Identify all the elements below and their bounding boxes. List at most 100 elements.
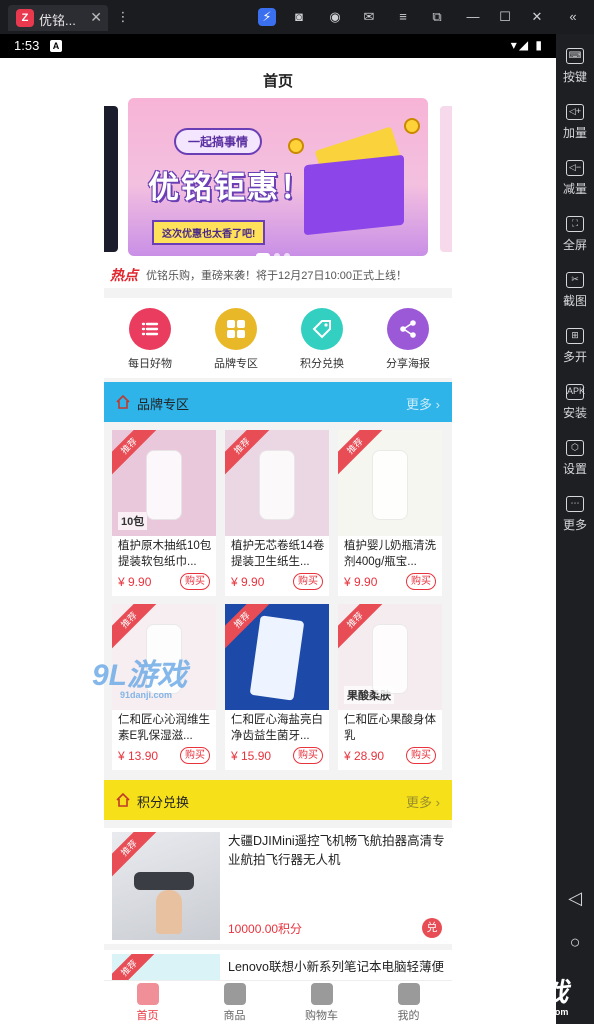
brand-section-header[interactable]: 品牌专区 更多 › xyxy=(104,382,452,422)
sidebar-item-label: 多开 xyxy=(562,350,587,364)
sidebar-item-label: 全屏 xyxy=(562,238,587,252)
account-icon[interactable]: ◉ xyxy=(326,8,344,26)
banner-carousel[interactable]: 一起搞事情 优铭钜惠！ 这次优惠也太香了吧! xyxy=(104,98,452,258)
points-item-cost: 10000.00积分 xyxy=(228,922,303,936)
tag-icon xyxy=(301,308,343,350)
buy-button[interactable]: 购买 xyxy=(293,747,323,764)
app-tab[interactable]: Z 优铭... ✕ xyxy=(8,5,108,31)
list-icon xyxy=(129,308,171,350)
site-watermark: 9L游戏 91danji.com xyxy=(92,659,188,700)
product-card[interactable]: 推荐 植护无芯卷纸14卷提装卫生纸生... ¥ 9.90 购买 xyxy=(225,430,329,596)
tab-label: 商品 xyxy=(223,1010,246,1022)
product-price: ¥ 9.90 xyxy=(118,575,152,589)
product-card[interactable]: 果酸柔肤 推荐 仁和匠心果酸身体乳 ¥ 28.90 购买 xyxy=(338,604,442,770)
banner-subtitle: 这次优惠也太香了吧! xyxy=(152,220,266,245)
mail-icon[interactable]: ✉ xyxy=(360,8,378,26)
product-title: 植护原木抽纸10包提装软包纸巾... xyxy=(118,540,212,568)
quick-action-0[interactable]: 每日好物 xyxy=(110,308,190,371)
quick-action-1[interactable]: 品牌专区 xyxy=(196,308,276,371)
product-card[interactable]: 推荐 仁和匠心海盐亮白净齿益生菌牙... ¥ 15.90 购买 xyxy=(225,604,329,770)
quick-action-label: 品牌专区 xyxy=(214,358,258,370)
brand-product-grid: 10包 推荐 植护原木抽纸10包提装软包纸巾... ¥ 9.90 购买 推荐 植护无芯卷纸1… xyxy=(104,428,452,778)
sidebar-item-5[interactable]: ⊞ 多开 xyxy=(556,328,594,365)
sidebar-item-4[interactable]: ✂ 截图 xyxy=(556,272,594,309)
sidebar-item-label: 按键 xyxy=(562,70,587,84)
banner-prev-peek[interactable] xyxy=(104,106,118,252)
brand-more-link[interactable]: 更多 › xyxy=(406,394,440,413)
hamburger-menu-icon[interactable]: ≡ xyxy=(394,8,412,26)
sidebar-item-1[interactable]: ◁+ 加量 xyxy=(556,104,594,141)
multi-instance-icon: ⊞ xyxy=(566,328,584,344)
bag-icon xyxy=(223,983,246,1005)
minimize-icon[interactable]: — xyxy=(464,8,482,26)
sidebar-item-6[interactable]: APK 安装 xyxy=(556,384,594,421)
buy-button[interactable]: 购买 xyxy=(180,747,210,764)
sidebar-item-label: 安装 xyxy=(562,406,587,420)
app-tab-title: 优铭... xyxy=(39,13,76,28)
product-card[interactable]: 推荐 植护婴儿奶瓶清洗剂400g/瓶宝... ¥ 9.90 购买 xyxy=(338,430,442,596)
buy-button[interactable]: 购买 xyxy=(180,573,210,590)
quick-action-3[interactable]: 分享海报 xyxy=(368,308,448,371)
banner-slide[interactable]: 一起搞事情 优铭钜惠！ 这次优惠也太香了吧! xyxy=(128,98,428,256)
tab-2[interactable]: 购物车 xyxy=(278,983,365,1023)
buy-button[interactable]: 购买 xyxy=(406,573,436,590)
gamepad-icon[interactable]: ◙ xyxy=(290,8,308,26)
hot-label: 热点 xyxy=(110,267,138,283)
home-icon xyxy=(136,983,159,1005)
cart-icon xyxy=(310,983,333,1005)
volume-up-icon: ◁+ xyxy=(566,104,584,120)
quick-action-label: 积分兑换 xyxy=(300,358,344,370)
banner-next-peek[interactable] xyxy=(440,106,452,252)
exchange-button[interactable]: 兑 xyxy=(422,918,442,938)
banner-tag: 一起搞事情 xyxy=(174,128,263,155)
sidebar-item-label: 截图 xyxy=(562,294,587,308)
product-image-text: 10包 xyxy=(118,512,148,530)
close-tab-icon[interactable]: ✕ xyxy=(90,9,102,26)
close-window-icon[interactable]: ✕ xyxy=(528,8,546,26)
product-title: 植护婴儿奶瓶清洗剂400g/瓶宝... xyxy=(344,540,436,568)
laptop-product-image: 推荐 xyxy=(112,954,220,980)
menu-dots-icon[interactable]: ⋮ xyxy=(114,8,132,26)
window-pop-icon[interactable]: ⧉ xyxy=(428,8,446,26)
bottom-tab-bar: 首页 商品 购物车 我的 xyxy=(104,980,452,1024)
points-section-header[interactable]: 积分兑换 更多 › xyxy=(104,780,452,820)
banner-title: 优铭钜惠！ xyxy=(148,170,313,205)
back-nav-icon[interactable]: ◁ xyxy=(565,888,585,908)
quick-action-2[interactable]: 积分兑换 xyxy=(282,308,362,371)
scissors-icon: ✂ xyxy=(566,272,584,288)
sidebar-item-0[interactable]: ⌨ 按键 xyxy=(556,48,594,85)
user-icon xyxy=(397,983,420,1005)
tab-label: 首页 xyxy=(136,1010,159,1022)
notification-icon: A xyxy=(50,40,62,52)
maximize-icon[interactable]: ☐ xyxy=(496,8,514,26)
points-item[interactable]: 推荐 大疆DJIMini遥控飞机畅飞航拍器高清专业航拍飞行器无人机 10000.… xyxy=(104,828,452,944)
points-item[interactable]: 推荐 Lenovo联想小新系列笔记本电脑轻薄便 xyxy=(104,950,452,980)
emulator-sidebar: ⌨ 按键 ◁+ 加量 ◁− 减量 ⛶ 全屏 ✂ 截图 ⊞ 多开 APK 安装 ⬡ 设置 ⋯ 更多 ◁ ○ xyxy=(556,34,594,1024)
product-graphic xyxy=(146,450,182,520)
gear-icon: ⬡ xyxy=(566,440,584,456)
product-image: 推荐 xyxy=(338,430,442,536)
tab-1[interactable]: 商品 xyxy=(191,983,278,1023)
turbo-icon[interactable]: ⚡ xyxy=(258,8,276,26)
buy-button[interactable]: 购买 xyxy=(293,573,323,590)
product-card[interactable]: 10包 推荐 植护原木抽纸10包提装软包纸巾... ¥ 9.90 购买 xyxy=(112,430,216,596)
tab-0[interactable]: 首页 xyxy=(104,983,191,1023)
hot-notice-bar[interactable]: 热点 优铭乐购，重磅来袭！将于12月27日10:00正式上线！ xyxy=(104,258,452,288)
phone-screen: 首页 一起搞事情 优铭钜惠！ 这次优惠也太香了吧! 热点 优铭乐购，重磅来袭！将… xyxy=(0,58,556,1024)
buy-button[interactable]: 购买 xyxy=(406,747,436,764)
product-price: ¥ 9.90 xyxy=(231,575,265,589)
sidebar-item-7[interactable]: ⬡ 设置 xyxy=(556,440,594,477)
fullscreen-icon: ⛶ xyxy=(566,216,584,232)
drone-icon xyxy=(134,872,194,890)
product-image: 推荐 xyxy=(225,604,329,710)
sidebar-item-label: 加量 xyxy=(562,126,587,140)
sidebar-item-2[interactable]: ◁− 减量 xyxy=(556,160,594,197)
recommend-badge: 推荐 xyxy=(112,954,160,980)
tab-3[interactable]: 我的 xyxy=(365,983,452,1023)
home-nav-icon[interactable]: ○ xyxy=(565,932,585,952)
sidebar-item-8[interactable]: ⋯ 更多 xyxy=(556,496,594,533)
points-more-link[interactable]: 更多 › xyxy=(406,792,440,811)
collapse-sidebar-icon[interactable]: « xyxy=(564,8,582,26)
more-icon: ⋯ xyxy=(566,496,584,512)
sidebar-item-3[interactable]: ⛶ 全屏 xyxy=(556,216,594,253)
